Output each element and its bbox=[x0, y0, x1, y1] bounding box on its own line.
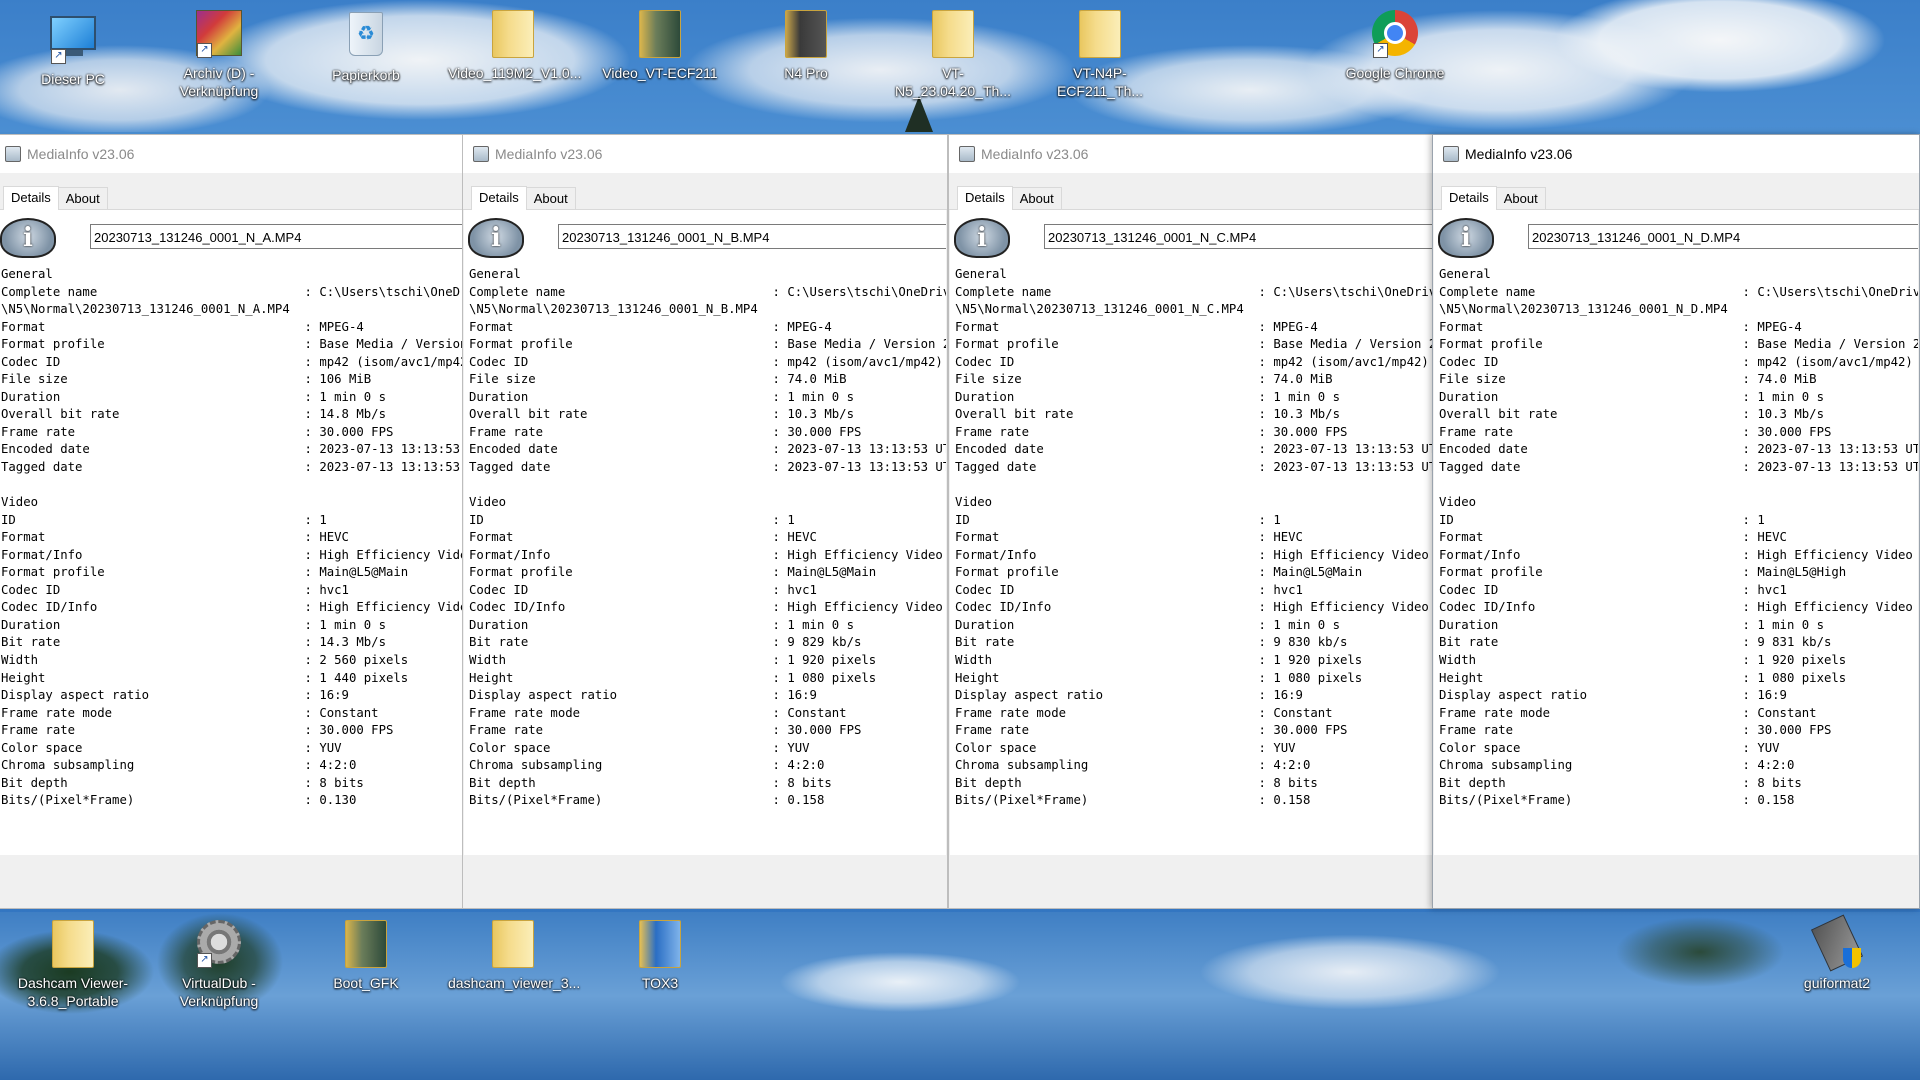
file-name-field[interactable]: 20230713_131246_0001_N_C.MP4 bbox=[1044, 224, 1432, 249]
desktop-icon-folder-vt-n4p[interactable]: VT-N4P-ECF211_Th... bbox=[1035, 10, 1165, 100]
mediainfo-app-icon bbox=[959, 146, 975, 162]
desktop-icon-dashcam-viewer-3[interactable]: dashcam_viewer_3... bbox=[448, 920, 581, 992]
desktop-icon-label: VT-N4P-ECF211_Th... bbox=[1056, 65, 1144, 99]
desktop-icon-label: TOX3 bbox=[641, 975, 679, 991]
tab-about[interactable]: About bbox=[525, 187, 576, 209]
info-icon: i bbox=[0, 218, 58, 262]
winrar-icon: ↗ bbox=[195, 10, 243, 58]
file-name-field[interactable]: 20230713_131246_0001_N_A.MP4 bbox=[90, 224, 462, 249]
folder-icon bbox=[49, 920, 97, 968]
tab-about[interactable]: About bbox=[1011, 187, 1062, 209]
desktop-icon-virtualdub[interactable]: ↗ VirtualDub - Verknüpfung bbox=[154, 920, 284, 1010]
recycle-bin-icon: ♻ bbox=[342, 12, 390, 60]
window-title: MediaInfo v23.06 bbox=[27, 146, 135, 162]
mediainfo-app-icon bbox=[1443, 146, 1459, 162]
desktop-icon-label: Dashcam Viewer-3.6.8_Portable bbox=[17, 975, 129, 1009]
desktop-icon-folder-n4-pro[interactable]: N4 Pro bbox=[741, 10, 871, 82]
desktop-icon-folder-video-vt-ecf211[interactable]: Video_VT-ECF211 bbox=[595, 10, 725, 82]
tab-details[interactable]: Details bbox=[3, 186, 59, 210]
tab-details[interactable]: Details bbox=[471, 186, 527, 210]
mediainfo-window-c[interactable]: MediaInfo v23.06 Details About i 2023071… bbox=[948, 134, 1434, 909]
folder-icon bbox=[929, 10, 977, 58]
info-icon: i bbox=[468, 218, 526, 262]
window-title: MediaInfo v23.06 bbox=[1465, 146, 1573, 162]
folder-icon bbox=[782, 10, 830, 58]
tree-top bbox=[905, 96, 933, 132]
tab-details[interactable]: Details bbox=[1441, 186, 1497, 210]
desktop-icon-label: dashcam_viewer_3... bbox=[448, 975, 581, 991]
media-info-text: General Complete name : C:\Users\tschi\O… bbox=[1, 267, 462, 808]
desktop-icon-this-pc[interactable]: ↗ Dieser PC bbox=[8, 10, 138, 88]
desktop-icon-tox3[interactable]: TOX3 bbox=[595, 920, 725, 992]
desktop-icon-label: VirtualDub - Verknüpfung bbox=[179, 975, 259, 1009]
window-titlebar[interactable]: MediaInfo v23.06 bbox=[1433, 135, 1919, 173]
folder-icon bbox=[636, 10, 684, 58]
desktop-icon-label: Video_119M2_V1.0... bbox=[448, 65, 582, 81]
mediainfo-window-b[interactable]: MediaInfo v23.06 Details About i 2023071… bbox=[462, 134, 948, 909]
mediainfo-window-a[interactable]: MediaInfo v23.06 Details About i 2023071… bbox=[0, 134, 464, 909]
mediainfo-window-d[interactable]: MediaInfo v23.06 Details About i 2023071… bbox=[1432, 134, 1920, 909]
details-panel: i 20230713_131246_0001_N_A.MP4 General C… bbox=[0, 210, 462, 855]
details-panel: i 20230713_131246_0001_N_B.MP4 General C… bbox=[464, 210, 946, 855]
media-info-text: General Complete name : C:\Users\tschi\O… bbox=[955, 267, 1432, 808]
tab-bar: Details About bbox=[463, 185, 947, 210]
desktop-icon-label: Papierkorb bbox=[332, 67, 400, 83]
details-panel: i 20230713_131246_0001_N_D.MP4 General C… bbox=[1434, 210, 1918, 855]
tab-bar: Details About bbox=[949, 185, 1433, 210]
desktop-icon-label: Video_VT-ECF211 bbox=[602, 65, 718, 81]
desktop-icon-folder-video-119m2[interactable]: Video_119M2_V1.0... bbox=[448, 10, 582, 82]
desktop-icon-boot-gfk[interactable]: Boot_GFK bbox=[301, 920, 431, 992]
window-title: MediaInfo v23.06 bbox=[495, 146, 603, 162]
tab-bar: Details About bbox=[1433, 185, 1919, 210]
chrome-icon: ↗ bbox=[1371, 10, 1419, 58]
guiformat-icon bbox=[1810, 914, 1864, 972]
media-info-text: General Complete name : C:\Users\tschi\O… bbox=[1439, 267, 1918, 808]
info-icon: i bbox=[1438, 218, 1496, 262]
tab-about[interactable]: About bbox=[1495, 187, 1546, 209]
desktop-icon-label: guiformat2 bbox=[1803, 975, 1871, 991]
desktop-icon-label: Google Chrome bbox=[1345, 65, 1445, 81]
desktop-icon-folder-vt-n5[interactable]: VT-N5_23.04.20_Th... bbox=[888, 10, 1018, 100]
file-name-field[interactable]: 20230713_131246_0001_N_D.MP4 bbox=[1528, 224, 1918, 249]
folder-icon bbox=[636, 920, 684, 968]
media-info-text: General Complete name : C:\Users\tschi\O… bbox=[469, 267, 946, 808]
tab-details[interactable]: Details bbox=[957, 186, 1013, 210]
desktop-icon-guiformat2[interactable]: guiformat2 bbox=[1772, 914, 1902, 992]
desktop-icon-label: N4 Pro bbox=[784, 65, 828, 81]
folder-icon bbox=[489, 10, 537, 58]
tab-bar: Details About bbox=[0, 185, 463, 210]
window-titlebar[interactable]: MediaInfo v23.06 bbox=[463, 135, 947, 173]
desktop-icon-google-chrome[interactable]: ↗ Google Chrome bbox=[1330, 10, 1460, 82]
mediainfo-app-icon bbox=[5, 146, 21, 162]
mediainfo-app-icon bbox=[473, 146, 489, 162]
file-name-field[interactable]: 20230713_131246_0001_N_B.MP4 bbox=[558, 224, 946, 249]
folder-icon bbox=[489, 920, 537, 968]
desktop-icon-archiv[interactable]: ↗ Archiv (D) - Verknüpfung bbox=[154, 10, 284, 100]
window-title: MediaInfo v23.06 bbox=[981, 146, 1089, 162]
tab-about[interactable]: About bbox=[57, 187, 108, 209]
desktop-icon-label: VT-N5_23.04.20_Th... bbox=[895, 65, 1011, 99]
folder-icon bbox=[342, 920, 390, 968]
virtualdub-icon: ↗ bbox=[195, 920, 243, 968]
window-titlebar[interactable]: MediaInfo v23.06 bbox=[0, 135, 463, 173]
info-icon: i bbox=[954, 218, 1012, 262]
desktop-icon-dashcam-viewer-portable[interactable]: Dashcam Viewer-3.6.8_Portable bbox=[8, 920, 138, 1010]
desktop-lake bbox=[0, 912, 1920, 1080]
desktop-icon-label: Dieser PC bbox=[41, 71, 105, 87]
details-panel: i 20230713_131246_0001_N_C.MP4 General C… bbox=[950, 210, 1432, 855]
window-titlebar[interactable]: MediaInfo v23.06 bbox=[949, 135, 1433, 173]
desktop-icon-recycle-bin[interactable]: ♻ Papierkorb bbox=[301, 10, 431, 84]
desktop-icon-label: Archiv (D) - Verknüpfung bbox=[179, 65, 259, 99]
desktop-icon-label: Boot_GFK bbox=[333, 975, 399, 991]
folder-icon bbox=[1076, 10, 1124, 58]
this-pc-icon: ↗ bbox=[49, 16, 97, 64]
